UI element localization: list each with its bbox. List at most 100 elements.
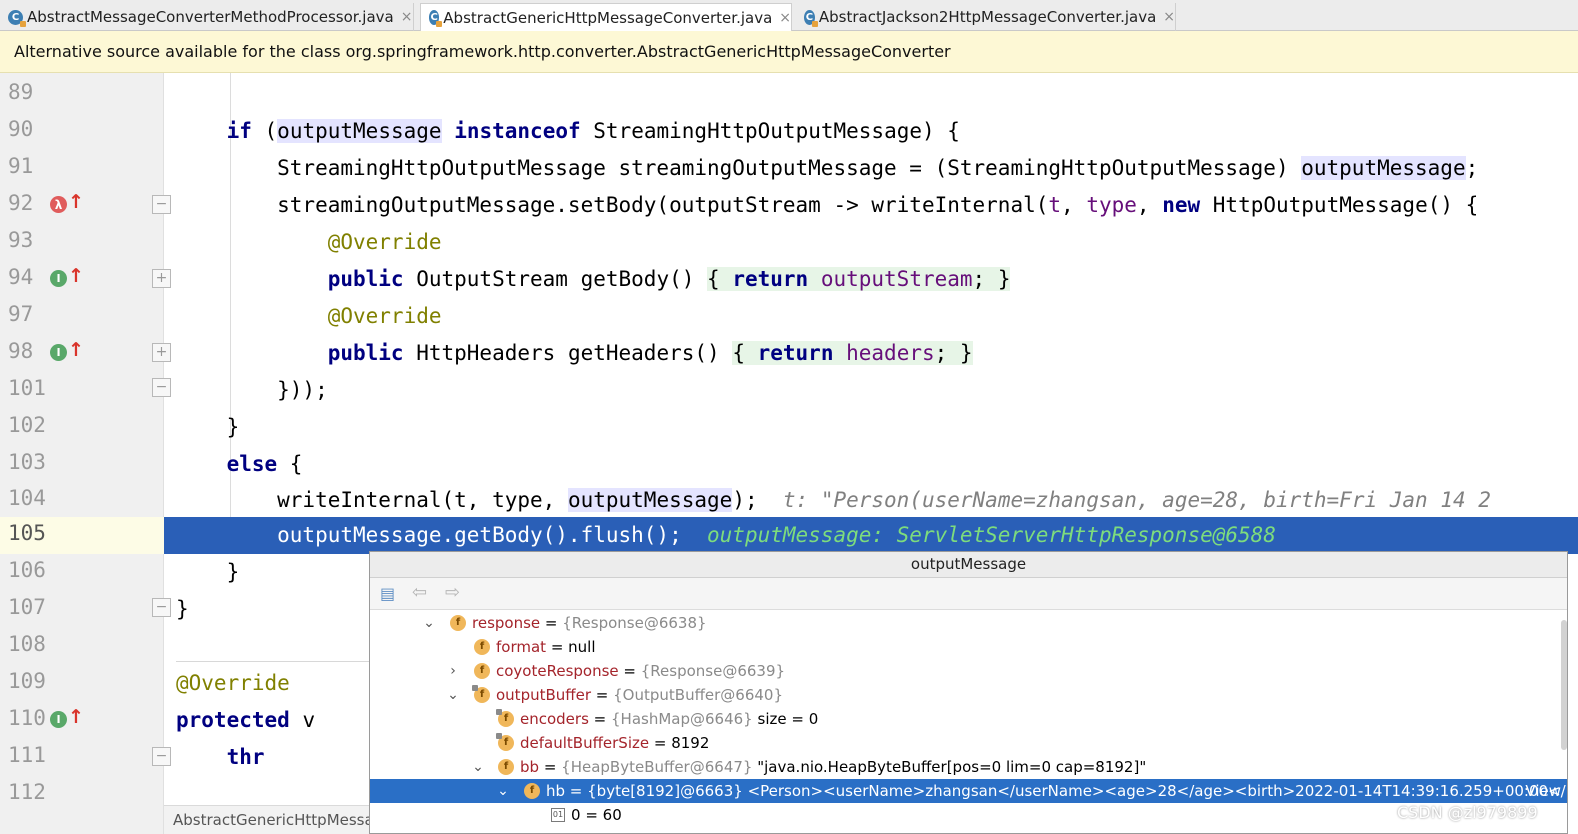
watermark: CSDN @zl979899 <box>1397 803 1538 822</box>
fold-expand-icon[interactable]: + <box>152 343 171 362</box>
code-line: 102 } <box>0 409 1578 446</box>
var-name: response <box>472 614 541 632</box>
line-number: 112 <box>8 780 46 804</box>
field-icon: f <box>496 709 514 727</box>
forward-arrow-icon[interactable]: ⇨ <box>445 582 460 603</box>
line-number: 89 <box>8 80 34 104</box>
implements-icon[interactable]: I <box>50 270 67 287</box>
method-separator <box>176 661 371 662</box>
code-text[interactable]: } <box>176 409 240 446</box>
line-number: 97 <box>8 302 34 326</box>
line-number: 110 <box>8 706 46 730</box>
row-text: response = {Response@6638} <box>472 611 707 635</box>
line-number: 90 <box>8 117 34 141</box>
lambda-icon[interactable]: λ <box>50 196 67 213</box>
close-icon[interactable]: × <box>779 10 791 26</box>
code-text[interactable]: } <box>176 554 240 591</box>
line-number: 109 <box>8 669 46 693</box>
variable-inspection-popup: outputMessage ▤ ⇦ ⇨ ⌄ f response = {Resp… <box>369 551 1568 834</box>
chevron-down-icon[interactable]: ⌄ <box>496 779 510 803</box>
popup-scrollbar[interactable] <box>1561 620 1567 750</box>
editor-tab-bar: C AbstractMessageConverterMethodProcesso… <box>0 0 1578 31</box>
line-number: 104 <box>8 486 46 510</box>
tab-abstract-jackson2-http-message-converter[interactable]: C AbstractJackson2HttpMessageConverter.j… <box>796 3 1176 31</box>
code-text[interactable]: @Override <box>176 298 442 335</box>
chevron-down-icon[interactable]: ⌄ <box>422 611 436 635</box>
alternative-source-banner: Alternative source available for the cla… <box>0 31 1578 73</box>
code-text[interactable]: public OutputStream getBody() { return o… <box>176 261 1011 298</box>
tree-row-output-buffer[interactable]: ⌄ f outputBuffer = {OutputBuffer@6640} <box>370 683 1567 707</box>
code-line: 91 StreamingHttpOutputMessage streamingO… <box>0 150 1578 187</box>
line-number: 106 <box>8 558 46 582</box>
close-icon[interactable]: × <box>401 9 413 25</box>
view-link[interactable]: View <box>1525 779 1561 803</box>
code-text[interactable]: StreamingHttpOutputMessage streamingOutp… <box>176 150 1478 187</box>
override-up-arrow-icon[interactable]: ↑ <box>68 191 84 213</box>
inline-value-hint: outputMessage: ServletServerHttpResponse… <box>707 523 1276 547</box>
code-text[interactable]: public HttpHeaders getHeaders() { return… <box>176 335 973 372</box>
tree-row-response[interactable]: ⌄ f response = {Response@6638} <box>370 611 1567 635</box>
close-icon[interactable]: × <box>1163 9 1175 25</box>
code-text[interactable]: } <box>176 591 189 628</box>
editor-breadcrumb[interactable]: AbstractGenericHttpMessa <box>164 805 371 834</box>
var-name: outputBuffer <box>496 686 592 704</box>
code-text[interactable]: if (outputMessage instanceof StreamingHt… <box>176 113 960 150</box>
implements-icon[interactable]: I <box>50 711 67 728</box>
tab-label: AbstractMessageConverterMethodProcessor.… <box>27 8 394 26</box>
fold-collapse-icon[interactable]: − <box>152 747 171 766</box>
implements-icon[interactable]: I <box>50 344 67 361</box>
line-number: 98 <box>8 339 34 363</box>
chevron-right-icon[interactable]: › <box>446 659 460 683</box>
code-text[interactable]: })); <box>176 372 328 409</box>
override-up-arrow-icon[interactable]: ↑ <box>68 706 84 728</box>
var-ref: {OutputBuffer@6640} <box>613 686 784 704</box>
code-text[interactable]: streamingOutputMessage.setBody(outputStr… <box>176 187 1478 224</box>
fold-collapse-icon[interactable]: − <box>152 195 171 214</box>
back-arrow-icon[interactable]: ⇦ <box>412 582 427 603</box>
row-text: defaultBufferSize = 8192 <box>520 731 709 755</box>
tab-abstract-message-converter-method-processor[interactable]: C AbstractMessageConverterMethodProcesso… <box>0 3 414 31</box>
code-text[interactable]: protected v <box>176 702 315 739</box>
code-text[interactable]: thr <box>176 739 265 776</box>
code-line: 103 else { <box>0 446 1578 483</box>
array-element-icon: 01 <box>551 808 565 822</box>
tree-row-encoders[interactable]: f encoders = {HashMap@6646} size = 0 <box>370 707 1567 731</box>
tree-row-hb-selected[interactable]: ⌄ f hb = {byte[8192]@6663} <Person><user… <box>370 779 1567 803</box>
code-text[interactable]: @Override <box>176 224 442 261</box>
equals: = <box>591 686 614 704</box>
tree-row-format[interactable]: f format = null <box>370 635 1567 659</box>
var-ref: {HeapByteBuffer@6647} <box>561 758 753 776</box>
inline-value-hint: t: "Person(userName=zhangsan, age=28, bi… <box>782 488 1491 512</box>
line-number: 92 <box>8 191 34 215</box>
override-up-arrow-icon[interactable]: ↑ <box>68 265 84 287</box>
fold-end-icon[interactable]: − <box>152 598 171 617</box>
chevron-down-icon[interactable]: ⌄ <box>471 755 485 779</box>
equals: = <box>540 614 563 632</box>
code-text[interactable]: outputMessage.getBody().flush(); outputM… <box>176 517 1276 554</box>
code-text[interactable]: @Override <box>176 665 290 702</box>
field-icon: f <box>498 759 514 775</box>
tree-row-default-buffer-size[interactable]: f defaultBufferSize = 8192 <box>370 731 1567 755</box>
field-icon: f <box>472 685 490 703</box>
tree-row-bb[interactable]: ⌄ f bb = {HeapByteBuffer@6647} "java.nio… <box>370 755 1567 779</box>
equals: = <box>546 638 569 656</box>
override-up-arrow-icon[interactable]: ↑ <box>68 339 84 361</box>
tree-row-coyote-response[interactable]: › f coyoteResponse = {Response@6639} <box>370 659 1567 683</box>
fold-end-icon[interactable]: − <box>152 378 171 397</box>
code-line: 101 − })); <box>0 372 1578 409</box>
tree-row-array-element-0[interactable]: 01 0 = 60 <box>370 803 1567 827</box>
class-icon: C <box>804 9 818 27</box>
tab-abstract-generic-http-message-converter[interactable]: C AbstractGenericHttpMessageConverter.ja… <box>420 3 792 31</box>
fold-expand-icon[interactable]: + <box>152 269 171 288</box>
chevron-down-icon[interactable]: ⌄ <box>446 683 460 707</box>
folder-tree-icon[interactable]: ▤ <box>380 584 395 603</box>
popup-title: outputMessage <box>370 552 1567 578</box>
class-icon: C <box>8 9 26 27</box>
field-icon: f <box>496 733 514 751</box>
var-ref: {byte[8192]@6663} <box>587 782 743 800</box>
code-text[interactable]: else { <box>176 446 303 483</box>
code-text[interactable]: writeInternal(t, type, outputMessage); t… <box>176 482 1491 519</box>
equals: = <box>565 782 588 800</box>
class-icon: C <box>429 10 443 27</box>
var-value: 60 <box>602 806 622 824</box>
